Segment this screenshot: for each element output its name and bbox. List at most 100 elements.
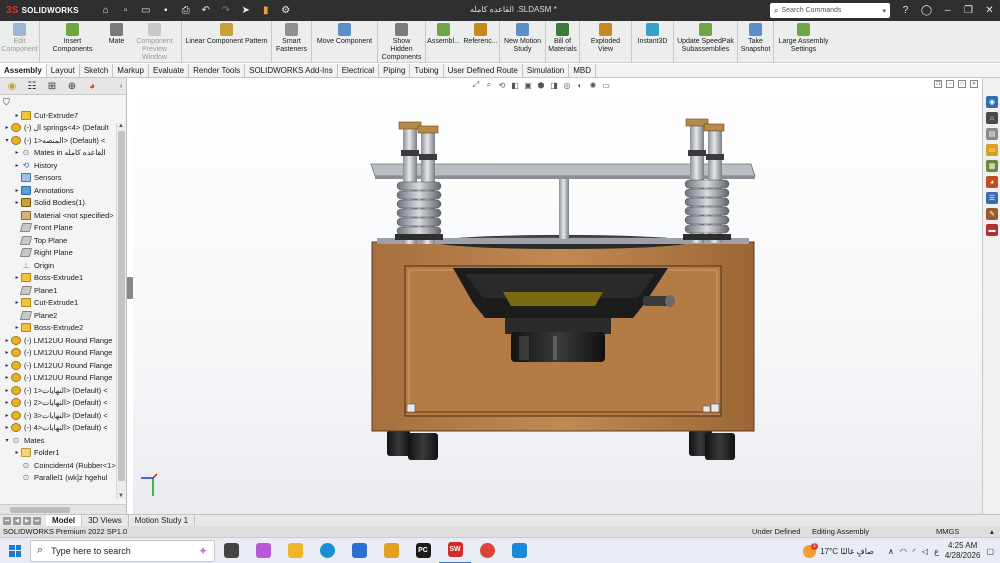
taskbar-search[interactable]: ⌕ Type here to search ✦ xyxy=(30,539,215,562)
tab-mbd[interactable]: MBD xyxy=(569,64,596,77)
task-view-taskbar-button[interactable] xyxy=(215,538,247,563)
graphics-area[interactable]: ⤢ ⌕ ⟲ ◧ ▣ ⬢ ◨ ◎ ◐ ✺ ▭ ❐ – □ ✕ xyxy=(133,78,982,514)
configuration-manager-tab-icon[interactable]: ⊞ xyxy=(42,79,62,94)
tree-item[interactable]: Top Plane xyxy=(0,234,126,247)
expand-toggle-icon[interactable]: ▾ xyxy=(3,437,11,444)
pycharm-taskbar-button[interactable]: PC xyxy=(407,538,439,563)
clock[interactable]: 4:25 AM 4/28/2026 xyxy=(945,541,981,561)
tree-item[interactable]: Material <not specified> xyxy=(0,209,126,222)
edit-component-button[interactable]: Edit Component xyxy=(0,21,40,62)
tree-item[interactable]: Plane1 xyxy=(0,284,126,297)
reference-geometry-button[interactable]: Referenc... xyxy=(462,21,500,62)
tree-item[interactable]: ▸ (-) LM12UU Round Flange xyxy=(0,372,126,385)
print-icon[interactable]: ⎙ xyxy=(177,3,195,19)
wifi-icon[interactable]: ◜ xyxy=(913,547,916,556)
tree-item[interactable]: Front Plane xyxy=(0,222,126,235)
tree-item[interactable]: ▾ (-) المنصه<1> (Default) < xyxy=(0,134,126,147)
smart-fasteners-button[interactable]: Smart Fasteners xyxy=(272,21,312,62)
custom-properties-icon[interactable]: ☰ xyxy=(986,192,998,204)
mate-button[interactable]: Mate xyxy=(106,21,128,62)
language-indicator[interactable]: ع xyxy=(934,547,939,556)
rebuild-icon[interactable]: ▮ xyxy=(257,3,275,19)
solidworks-logo[interactable]: 3S SOLIDWORKS xyxy=(0,5,85,16)
tab-evaluate[interactable]: Evaluate xyxy=(149,64,190,77)
notifications-icon[interactable]: ▢ xyxy=(986,547,994,556)
expand-toggle-icon[interactable]: ▸ xyxy=(13,162,21,169)
help-icon[interactable]: ? xyxy=(895,0,916,21)
open-icon[interactable]: ▭ xyxy=(137,3,155,19)
undo-icon[interactable]: ↶ xyxy=(197,3,215,19)
photos-taskbar-button[interactable] xyxy=(503,538,535,563)
scroll-down-icon[interactable]: ▼ xyxy=(118,493,124,499)
next-tab-icon[interactable]: ▶ xyxy=(23,516,31,525)
file-explorer-pane-icon[interactable]: ▭ xyxy=(986,144,998,156)
expand-toggle-icon[interactable]: ▸ xyxy=(13,149,21,156)
assembly-model[interactable] xyxy=(133,78,982,514)
tree-item[interactable]: ▸ (-) النهايات<1> (Default) < xyxy=(0,384,126,397)
tree-item[interactable]: ▸ Solid Bodies(1) xyxy=(0,197,126,210)
close-icon[interactable]: ✕ xyxy=(979,0,1000,21)
prev-tab-icon[interactable]: ◀ xyxy=(13,516,21,525)
center-shaft[interactable] xyxy=(559,179,569,239)
expand-toggle-icon[interactable]: ▸ xyxy=(3,412,11,419)
start-button[interactable] xyxy=(0,538,30,563)
extra-pane-icon[interactable]: ▬ xyxy=(986,224,998,236)
expand-toggle-icon[interactable]: ▸ xyxy=(3,424,11,431)
tree-item[interactable]: ▸ Cut-Extrude7 xyxy=(0,109,126,122)
show-hidden-icons-icon[interactable]: ∧ xyxy=(888,547,894,556)
search-highlight-icon[interactable]: ✦ xyxy=(198,544,208,558)
speedpak-button[interactable]: Update SpeedPak Subassemblies xyxy=(674,21,738,62)
tree-item[interactable]: ▸ (-) النهايات<2> (Default) < xyxy=(0,397,126,410)
tree-item[interactable]: ▸ (-) LM12UU Round Flange xyxy=(0,347,126,360)
expand-toggle-icon[interactable]: ▸ xyxy=(3,124,11,131)
expand-toggle-icon[interactable]: ▸ xyxy=(3,349,11,356)
tab-electrical[interactable]: Electrical xyxy=(338,64,380,77)
tree-item[interactable]: ▸ (-) النهايات<4> (Default) < xyxy=(0,422,126,435)
tree-item[interactable]: ⊥ Origin xyxy=(0,259,126,272)
exploded-view-button[interactable]: Exploded View xyxy=(580,21,632,62)
user-icon[interactable]: ◯ xyxy=(916,0,937,21)
tab-piping[interactable]: Piping xyxy=(379,64,411,77)
bottom-tab-3d-views[interactable]: 3D Views xyxy=(82,515,129,526)
expand-toggle-icon[interactable]: ▸ xyxy=(3,362,11,369)
tree-horizontal-scrollbar[interactable] xyxy=(0,504,126,514)
expand-toggle-icon[interactable]: ▸ xyxy=(13,324,21,331)
tab-render-tools[interactable]: Render Tools xyxy=(189,64,246,77)
weather-widget[interactable]: 1 17°C صافٍ غالبًا xyxy=(803,542,874,558)
restore-icon[interactable]: ❐ xyxy=(958,0,979,21)
solidworks-taskbar-taskbar-button[interactable]: SW xyxy=(439,538,471,563)
solidworks-resources-icon[interactable]: ◉ xyxy=(986,96,998,108)
tab-markup[interactable]: Markup xyxy=(113,64,149,77)
volume-icon[interactable]: ◁ xyxy=(922,547,928,556)
forum-icon[interactable]: ✎ xyxy=(986,208,998,220)
tab-simulation[interactable]: Simulation xyxy=(523,64,570,77)
dimxpert-tab-icon[interactable]: ⊕ xyxy=(62,79,82,94)
snapshot-button[interactable]: Take Snapshot xyxy=(738,21,774,62)
design-library-icon[interactable]: ▤ xyxy=(986,128,998,140)
tree-filter[interactable]: ⛉ xyxy=(0,95,126,109)
tab-layout[interactable]: Layout xyxy=(47,64,80,77)
left-spring-assembly[interactable] xyxy=(395,121,443,244)
scroll-thumb[interactable] xyxy=(118,131,125,481)
assembly-features-button[interactable]: Assembl... xyxy=(426,21,462,62)
expand-toggle-icon[interactable]: ▸ xyxy=(13,299,21,306)
show-hidden-button[interactable]: Show Hidden Components xyxy=(378,21,426,62)
edge-taskbar-button[interactable] xyxy=(311,538,343,563)
expand-toggle-icon[interactable]: ▸ xyxy=(13,449,21,456)
search-commands-box[interactable]: ⌕ Search Commands ▾ xyxy=(770,3,890,18)
tree-item[interactable]: ▸ Cut-Extrude1 xyxy=(0,297,126,310)
tree-item[interactable]: ▸ (-) LM12UU Round Flange xyxy=(0,359,126,372)
tree-item[interactable]: ▸ Annotations xyxy=(0,184,126,197)
tree-item[interactable]: ▸ ⊙ Mates in القاعده كامله xyxy=(0,147,126,160)
display-manager-tab-icon[interactable]: ◕ xyxy=(82,79,102,94)
tree-item[interactable]: ▸ Boss-Extrude2 xyxy=(0,322,126,335)
options-icon[interactable]: ⚙ xyxy=(277,3,295,19)
linear-pattern-button[interactable]: Linear Component Pattern xyxy=(182,21,272,62)
view-palette-icon[interactable]: ▦ xyxy=(986,160,998,172)
scroll-up-icon[interactable]: ▲ xyxy=(118,123,124,129)
tree-item[interactable]: ▸ (-) ال springs<4> (Default xyxy=(0,122,126,135)
expand-toggle-icon[interactable]: ▸ xyxy=(13,274,21,281)
expand-toggle-icon[interactable]: ▸ xyxy=(3,337,11,344)
last-tab-icon[interactable]: ⏭ xyxy=(33,516,41,525)
tree-item[interactable]: ⊙ Parallel1 (wk]z hgehul xyxy=(0,472,126,485)
